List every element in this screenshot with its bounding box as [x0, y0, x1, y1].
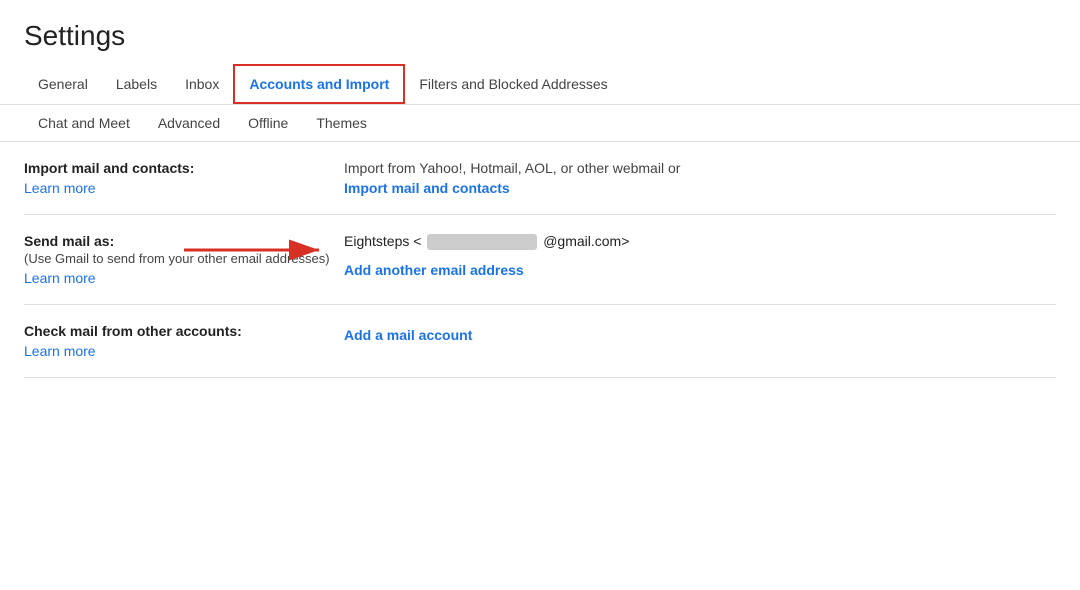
tab-general[interactable]: General — [24, 66, 102, 102]
settings-content: Import mail and contacts: Learn more Imp… — [0, 142, 1080, 378]
tab-themes[interactable]: Themes — [302, 105, 381, 141]
settings-page: Settings General Labels Inbox Accounts a… — [0, 0, 1080, 378]
tab-advanced[interactable]: Advanced — [144, 105, 234, 141]
send-mail-label-desc: (Use Gmail to send from your other email… — [24, 251, 344, 266]
email-redacted — [427, 234, 537, 250]
page-title: Settings — [0, 0, 1080, 64]
send-mail-row: Send mail as: (Use Gmail to send from yo… — [24, 215, 1056, 305]
import-mail-value: Import from Yahoo!, Hotmail, AOL, or oth… — [344, 160, 1056, 196]
import-mail-row: Import mail and contacts: Learn more Imp… — [24, 142, 1056, 215]
tab-inbox[interactable]: Inbox — [171, 66, 233, 102]
import-mail-label-title: Import mail and contacts: — [24, 160, 344, 176]
check-mail-learn-more[interactable]: Learn more — [24, 343, 96, 359]
send-mail-label-title: Send mail as: — [24, 233, 344, 249]
tab-row-2: Chat and Meet Advanced Offline Themes — [0, 105, 1080, 142]
check-mail-label: Check mail from other accounts: Learn mo… — [24, 323, 344, 359]
tab-filters-blocked[interactable]: Filters and Blocked Addresses — [405, 66, 621, 102]
send-mail-learn-more[interactable]: Learn more — [24, 270, 96, 286]
import-mail-desc: Import from Yahoo!, Hotmail, AOL, or oth… — [344, 160, 1056, 176]
import-mail-label: Import mail and contacts: Learn more — [24, 160, 344, 196]
check-mail-value: Add a mail account — [344, 323, 1056, 343]
add-mail-account-link[interactable]: Add a mail account — [344, 327, 1056, 343]
import-mail-learn-more[interactable]: Learn more — [24, 180, 96, 196]
email-name: Eightsteps < — [344, 233, 421, 249]
import-mail-contacts-link[interactable]: Import mail and contacts — [344, 180, 1056, 196]
email-suffix: @gmail.com> — [543, 233, 629, 249]
tab-labels[interactable]: Labels — [102, 66, 171, 102]
check-mail-label-title: Check mail from other accounts: — [24, 323, 344, 339]
send-mail-value: Eightsteps < @gmail.com> Add another ema… — [344, 233, 1056, 278]
tab-accounts-import[interactable]: Accounts and Import — [233, 64, 405, 104]
check-mail-row: Check mail from other accounts: Learn mo… — [24, 305, 1056, 378]
email-entry: Eightsteps < @gmail.com> — [344, 233, 629, 250]
tab-row-1: General Labels Inbox Accounts and Import… — [0, 64, 1080, 105]
tab-offline[interactable]: Offline — [234, 105, 302, 141]
tab-chat-meet[interactable]: Chat and Meet — [24, 105, 144, 141]
add-another-email-link[interactable]: Add another email address — [344, 262, 1056, 278]
send-mail-label: Send mail as: (Use Gmail to send from yo… — [24, 233, 344, 286]
